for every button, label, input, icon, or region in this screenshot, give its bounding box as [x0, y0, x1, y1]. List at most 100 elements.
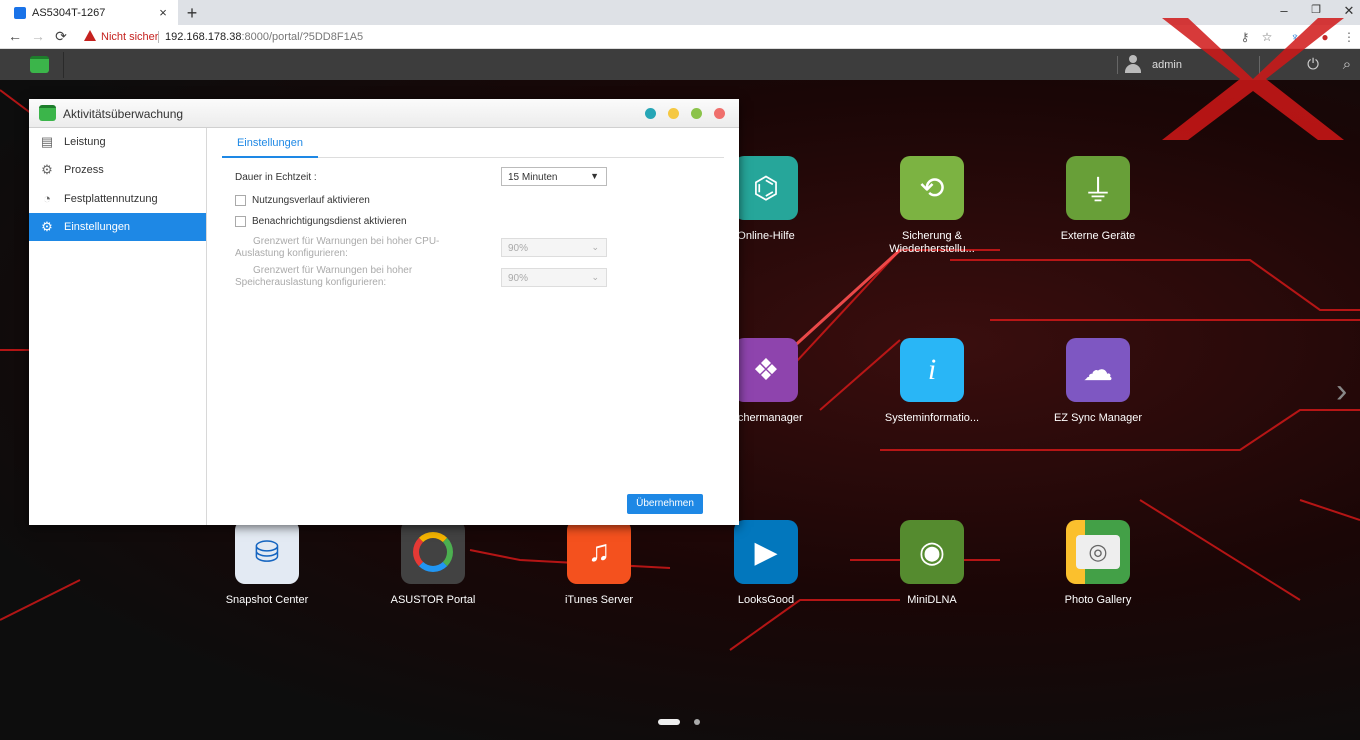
page-indicator[interactable] — [694, 719, 700, 725]
minimize-window-button[interactable] — [668, 108, 679, 119]
ezsync-icon: ☁ — [1066, 338, 1130, 402]
duration-value: 15 Minuten — [508, 172, 558, 183]
app-asustor-portal[interactable]: ASUSTOR Portal — [373, 520, 493, 607]
notification-label[interactable]: Benachrichtigungsdienst aktivieren — [252, 216, 407, 227]
tab-title: AS5304T-1267 — [32, 6, 106, 19]
back-button[interactable]: ← — [6, 28, 24, 44]
window-title: Aktivitätsüberwachung — [63, 107, 184, 121]
cpu-threshold-label: Grenzwert für Warnungen bei hoher CPU-Au… — [235, 236, 440, 259]
duration-label: Dauer in Echtzeit : — [235, 172, 317, 183]
address-bar: ← → ⟳ Nicht sicher 192.168.178.38:8000/p… — [0, 25, 1360, 49]
camera-icon: ◎ — [1066, 520, 1130, 584]
app-label: Photo Gallery — [1064, 594, 1132, 606]
divider — [1117, 56, 1118, 74]
divider — [158, 31, 159, 43]
chevron-down-icon: ⌄ — [591, 242, 599, 252]
adm-taskbar: admin ⏻ ⌕ — [0, 49, 1360, 80]
chart-icon: ▤ — [40, 134, 54, 149]
app-minidlna[interactable]: ◉ MiniDLNA — [872, 520, 992, 607]
app-external-devices[interactable]: ⏚ Externe Geräte — [1038, 156, 1158, 243]
tab-close-icon[interactable]: × — [154, 5, 172, 20]
gears-icon: ⚙ — [41, 162, 53, 177]
app-label: Snapshot Center — [225, 594, 309, 606]
sidebar-item-label: Prozess — [64, 164, 104, 176]
favicon-icon — [14, 6, 26, 19]
app-ez-sync[interactable]: ☁ EZ Sync Manager — [1038, 338, 1158, 425]
url-field[interactable]: 192.168.178.38:8000/portal/?5DD8F1A5 — [165, 31, 363, 43]
info-icon: i — [900, 338, 964, 402]
apply-button[interactable]: Übernehmen — [627, 494, 703, 514]
minimize-button[interactable]: – — [1274, 3, 1294, 18]
warning-icon — [84, 30, 96, 41]
browser-tab-bar: AS5304T-1267 × + – ❐ ✕ — [0, 0, 1360, 25]
notification-checkbox[interactable] — [235, 216, 246, 227]
watermark-logo — [1162, 18, 1344, 140]
next-page-arrow-icon[interactable]: › — [1336, 372, 1347, 411]
duration-select[interactable]: 15 Minuten ▼ — [501, 167, 607, 186]
home-button[interactable] — [18, 52, 64, 78]
app-label: Systeminformatio... — [884, 412, 980, 424]
usage-history-label[interactable]: Nutzungsverlauf aktivieren — [252, 195, 370, 206]
disk-icon: ◔ — [43, 191, 51, 206]
sidebar-item-label: Leistung — [64, 136, 106, 148]
restore-button[interactable]: ❐ — [1306, 3, 1326, 16]
app-label: iTunes Server — [564, 594, 634, 606]
sidebar-item-label: Einstellungen — [64, 221, 131, 233]
storage-manager-icon: ❖ — [734, 338, 798, 402]
app-label: Sicherung & Wiederherstellu... — [889, 230, 975, 255]
app-looksgood[interactable]: ▶ LooksGood — [706, 520, 826, 607]
browser-tab[interactable]: AS5304T-1267 × — [0, 0, 178, 25]
sidebar-item-einstellungen[interactable]: ⚙ Einstellungen — [29, 213, 206, 241]
app-itunes-server[interactable]: ♫ iTunes Server — [539, 520, 659, 607]
mem-threshold-label: Grenzwert für Warnungen bei hoher Speich… — [235, 265, 413, 288]
maximize-window-button[interactable] — [691, 108, 702, 119]
activity-monitor-icon — [39, 105, 56, 121]
cpu-threshold-value: 90% — [508, 243, 529, 254]
music-icon: ♫ — [567, 520, 631, 584]
help-button[interactable] — [645, 108, 656, 119]
app-label: EZ Sync Manager — [1053, 412, 1143, 424]
new-tab-button[interactable]: + — [184, 3, 200, 24]
security-warning[interactable]: Nicht sicher — [101, 31, 158, 43]
app-label: ASUSTOR Portal — [390, 594, 476, 606]
portal-icon — [401, 520, 465, 584]
chevron-down-icon: ▼ — [590, 171, 599, 181]
app-backup[interactable]: ⟲ Sicherung & Wiederherstellu... — [872, 156, 992, 256]
usage-history-checkbox[interactable] — [235, 195, 246, 206]
sidebar-item-label: Festplattennutzung — [64, 193, 158, 205]
close-window-button[interactable]: ✕ — [1339, 3, 1359, 19]
reload-button[interactable]: ⟳ — [52, 28, 70, 45]
settings-panel: Einstellungen Dauer in Echtzeit : 15 Min… — [207, 128, 739, 525]
mouse-cursor — [714, 470, 722, 482]
activity-monitor-window: Aktivitätsüberwachung ▤ Leistung ⚙ Proze… — [29, 99, 739, 525]
backup-icon: ⟲ — [900, 156, 964, 220]
app-label: LooksGood — [737, 594, 795, 606]
app-snapshot-center[interactable]: ⛁ Snapshot Center — [207, 520, 327, 607]
app-photo-gallery[interactable]: ◎ Photo Gallery — [1038, 520, 1158, 607]
window-titlebar[interactable]: Aktivitätsüberwachung — [29, 99, 739, 128]
cpu-threshold-select[interactable]: 90% ⌄ — [501, 238, 607, 257]
app-label: Externe Geräte — [1060, 230, 1136, 242]
menu-icon[interactable]: ⋮ — [1342, 30, 1356, 44]
forward-button[interactable]: → — [29, 28, 47, 44]
close-window-dot[interactable] — [714, 108, 725, 119]
url-host: 192.168.178.38 — [165, 31, 242, 43]
help-book-icon: ⌬ — [734, 156, 798, 220]
gear-icon: ⚙ — [41, 219, 53, 234]
chevron-down-icon: ⌄ — [591, 272, 599, 282]
sidebar-item-festplattennutzung[interactable]: ◔ Festplattennutzung — [29, 185, 206, 213]
tab-einstellungen[interactable]: Einstellungen — [222, 137, 318, 158]
sidebar-item-prozess[interactable]: ⚙ Prozess — [29, 156, 206, 184]
looksgood-icon: ▶ — [734, 520, 798, 584]
mem-threshold-select[interactable]: 90% ⌄ — [501, 268, 607, 287]
mem-threshold-value: 90% — [508, 273, 529, 284]
home-app-icon — [30, 56, 49, 73]
user-icon[interactable] — [1124, 55, 1142, 73]
url-path: :8000/portal/?5DD8F1A5 — [241, 31, 364, 43]
snapshot-icon: ⛁ — [235, 520, 299, 584]
sidebar-item-leistung[interactable]: ▤ Leistung — [29, 128, 206, 156]
dlna-icon: ◉ — [900, 520, 964, 584]
app-system-info[interactable]: i Systeminformatio... — [872, 338, 992, 425]
usb-icon: ⏚ — [1066, 156, 1130, 220]
page-indicator-active[interactable] — [658, 719, 680, 725]
